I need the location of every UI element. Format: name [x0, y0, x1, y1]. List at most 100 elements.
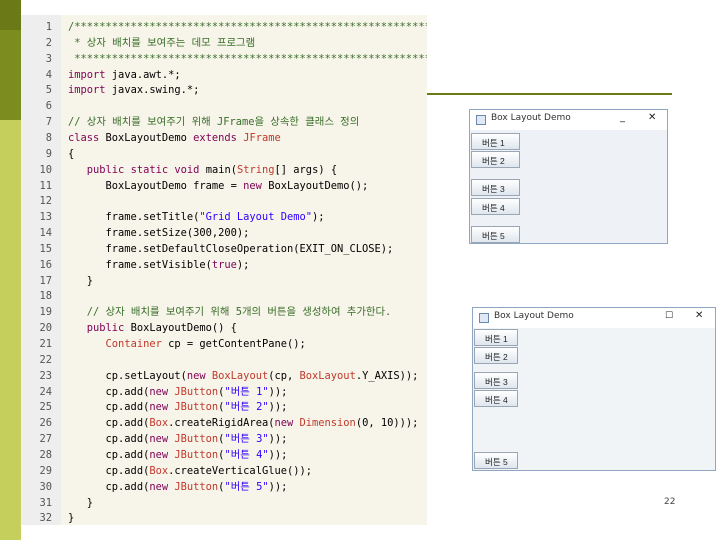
page-number: 22	[664, 497, 676, 507]
code-text: }	[68, 512, 75, 525]
jbutton-3[interactable]: 버튼 3	[474, 372, 518, 389]
close-icon[interactable]: ✕	[695, 310, 703, 321]
code-line: 22	[21, 352, 427, 368]
line-number: 25	[39, 401, 52, 414]
code-line: 28 cp.add(new JButton("버튼 4"));	[21, 447, 427, 463]
code-line: 19 // 상자 배치를 보여주기 위해 5개의 버튼을 생성하여 추가한다.	[21, 304, 427, 320]
jbutton-4[interactable]: 버튼 4	[474, 390, 518, 407]
code-text: {	[68, 147, 75, 160]
code-line: 30 cp.add(new JButton("버튼 5"));	[21, 479, 427, 495]
code-text: public BoxLayoutDemo() {	[86, 322, 237, 335]
code-text: frame.setDefaultCloseOperation(EXIT_ON_C…	[68, 242, 394, 255]
line-number: 4	[45, 68, 52, 81]
code-text: import java.awt.*;	[68, 68, 181, 81]
code-text: cp.add(new JButton("버튼 2"));	[68, 401, 288, 414]
line-number: 31	[39, 496, 52, 509]
code-text: frame.setVisible(true);	[68, 258, 250, 271]
code-text: cp.add(new JButton("버튼 5"));	[68, 480, 288, 493]
java-window-1[interactable]: Box Layout Demo _ ✕ 버튼 1 버튼 2 버튼 3 버튼 4 …	[469, 109, 668, 244]
code-text: cp.setLayout(new BoxLayout(cp, BoxLayout…	[68, 369, 419, 382]
code-text: Container cp = getContentPane();	[105, 338, 306, 350]
code-text: * 상자 배치를 보여주는 데모 프로그램	[68, 36, 256, 49]
code-text: cp.add(new JButton("버튼 3"));	[68, 433, 288, 446]
code-text: }	[68, 274, 94, 287]
line-number: 9	[45, 147, 52, 160]
code-text: }	[68, 496, 94, 509]
code-text: ****************************************…	[68, 52, 427, 65]
code-line: 12	[21, 193, 427, 209]
minimize-icon[interactable]: _	[620, 112, 625, 123]
code-line: 17 }	[21, 273, 427, 289]
jbutton-3[interactable]: 버튼 3	[471, 179, 520, 196]
close-icon[interactable]: ✕	[648, 112, 656, 123]
maximize-icon[interactable]: ☐	[665, 311, 673, 321]
code-text: public static void main(String[] args) {	[86, 163, 338, 176]
line-number: 32	[39, 512, 52, 525]
code-line: 8 class BoxLayoutDemo extends JFrame	[21, 130, 427, 146]
code-line: 15 frame.setDefaultCloseOperation(EXIT_O…	[21, 241, 427, 257]
window-title: Box Layout Demo	[491, 113, 571, 123]
code-line: 24 cp.add(new JButton("버튼 1"));	[21, 384, 427, 400]
line-number: 5	[45, 84, 52, 97]
code-text: cp.add(new JButton("버튼 1"));	[68, 385, 288, 398]
code-text: // 상자 배치를 보여주기 위해 JFrame을 상속한 클래스 정의	[68, 116, 360, 129]
jbutton-1[interactable]: 버튼 1	[471, 133, 520, 150]
line-number: 10	[39, 163, 52, 176]
code-line: 29 cp.add(Box.createVerticalGlue());	[21, 463, 427, 479]
java-app-icon	[479, 313, 489, 323]
line-number: 11	[39, 179, 52, 192]
code-line: 10 public static void main(String[] args…	[21, 162, 427, 178]
jbutton-5[interactable]: 버튼 5	[471, 226, 520, 243]
java-window-2[interactable]: Box Layout Demo ☐ ✕ 버튼 1 버튼 2 버튼 3 버튼 4 …	[472, 307, 716, 471]
line-number: 14	[39, 227, 52, 240]
code-line: 32}	[21, 510, 427, 525]
line-number: 21	[39, 338, 52, 350]
code-line: 9{	[21, 146, 427, 162]
code-line: 18	[21, 288, 427, 304]
code-line: 16 frame.setVisible(true);	[21, 257, 427, 273]
line-number: 17	[39, 274, 52, 287]
code-line: 1 /**************************************…	[21, 19, 427, 35]
code-line: 31 }	[21, 495, 427, 511]
window-titlebar[interactable]: Box Layout Demo _ ✕	[470, 110, 667, 130]
jbutton-2[interactable]: 버튼 2	[474, 347, 518, 364]
line-number: 22	[39, 353, 52, 366]
code-line: 26 cp.add(Box.createRigidArea(new Dimens…	[21, 415, 427, 431]
line-number: 26	[39, 417, 52, 430]
jbutton-4[interactable]: 버튼 4	[471, 198, 520, 215]
code-line: 5 import javax.swing.*;	[21, 82, 427, 98]
jbutton-1[interactable]: 버튼 1	[474, 329, 518, 346]
code-line: 4 import java.awt.*;	[21, 67, 427, 83]
code-text: import javax.swing.*;	[68, 84, 200, 97]
line-number: 7	[45, 116, 52, 129]
window-titlebar[interactable]: Box Layout Demo ☐ ✕	[473, 308, 715, 328]
line-number: 16	[39, 258, 52, 271]
code-line: 11 BoxLayoutDemo frame = new BoxLayoutDe…	[21, 178, 427, 194]
slide-side-band-mid	[0, 30, 21, 120]
code-text: BoxLayoutDemo frame = new BoxLayoutDemo(…	[68, 179, 369, 192]
jbutton-2[interactable]: 버튼 2	[471, 151, 520, 168]
line-number: 30	[39, 480, 52, 493]
code-line: 14 frame.setSize(300,200);	[21, 225, 427, 241]
jbutton-5[interactable]: 버튼 5	[474, 452, 518, 469]
code-line: 6	[21, 98, 427, 114]
line-number: 28	[39, 448, 52, 461]
code-line: 20 public BoxLayoutDemo() {	[21, 320, 427, 336]
code-text: class BoxLayoutDemo extends JFrame	[68, 131, 281, 144]
code-text: /***************************************…	[68, 21, 427, 33]
slide-side-band-light	[0, 120, 21, 540]
code-text: cp.add(Box.createVerticalGlue());	[68, 464, 312, 477]
line-number: 12	[39, 195, 52, 208]
line-number: 2	[45, 36, 52, 49]
code-text: frame.setSize(300,200);	[68, 227, 250, 240]
line-number: 29	[39, 464, 52, 477]
code-line: 27 cp.add(new JButton("버튼 3"));	[21, 431, 427, 447]
code-text: cp.add(new JButton("버튼 4"));	[68, 448, 288, 461]
window-title: Box Layout Demo	[494, 311, 574, 321]
line-number: 18	[39, 290, 52, 303]
line-number: 15	[39, 242, 52, 255]
code-text: cp.add(Box.createRigidArea(new Dimension…	[68, 417, 419, 430]
java-app-icon	[476, 115, 486, 125]
line-number: 6	[45, 100, 52, 113]
line-number: 1	[45, 21, 52, 33]
